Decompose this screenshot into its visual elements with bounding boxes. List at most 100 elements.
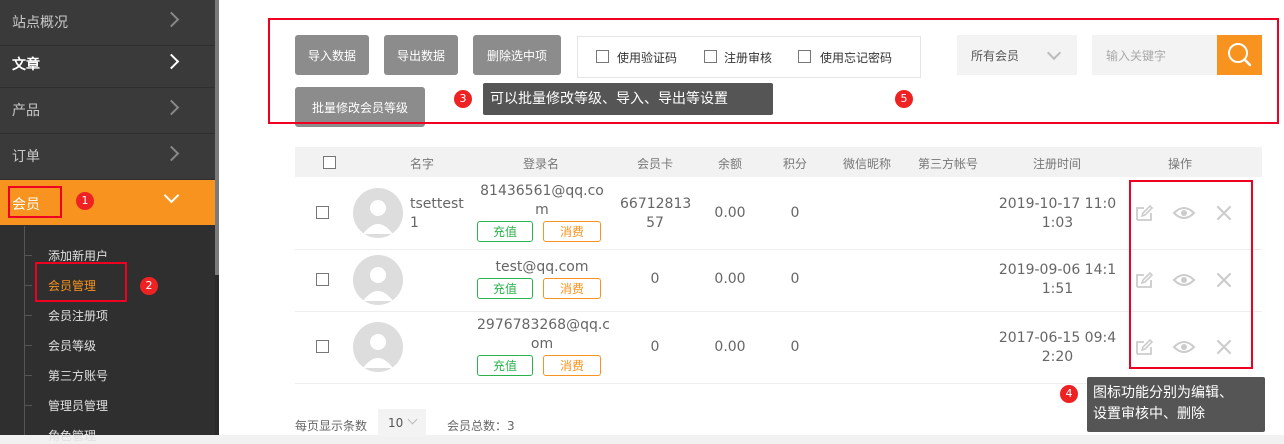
member-card: 66712813 57 [620,195,692,233]
table-row: test@qq.com 充值 消费 0 0.00 0 2019-09-06 14… [295,250,1262,312]
sidebar-item-overview[interactable]: 站点概况 [0,0,215,46]
col-header-reg-time: 注册时间 [1033,157,1082,171]
submenu-item-role-management[interactable]: 角色管理 [48,427,96,444]
col-header-balance: 余额 [718,157,743,171]
per-page-value: 10 [388,416,404,430]
submenu-tree-line [24,226,25,435]
date-line: 2019-10-17 11:0 [998,196,1117,212]
recharge-button[interactable]: 充值 [477,355,533,376]
avatar [353,255,403,305]
sidebar-item-articles[interactable]: 文章 [0,42,215,88]
annotation-box-member-management [35,262,127,302]
date-line: 1:03 [1041,215,1074,231]
date-line: 2019-09-06 14:1 [998,262,1117,278]
col-header-wechat: 微信昵称 [843,157,892,171]
col-header-card: 会员卡 [637,157,674,171]
chevron-down-icon [163,187,180,204]
submenu-item-registration-fields[interactable]: 会员注册项 [48,307,108,324]
chevron-down-icon [407,414,418,425]
sidebar-item-label: 站点概况 [12,15,68,31]
submenu-item-admin-management[interactable]: 管理员管理 [48,397,108,414]
points: 0 [790,339,800,355]
row-checkbox[interactable] [316,340,329,353]
balance: 0.00 [714,339,746,355]
name-line: 1 [410,215,419,231]
member-card: 0 [650,339,660,355]
chevron-right-icon [163,11,180,28]
chevron-right-icon [163,53,180,70]
avatar [353,322,403,372]
col-header-name: 名字 [410,157,435,171]
login-line: 2976783268@qq.c [477,317,610,333]
date-line: 2017-06-15 09:4 [998,330,1117,346]
member-card: 0 [650,271,660,287]
date-line: 2:20 [1041,349,1074,365]
user-icon [363,200,393,234]
login-line: 81436561@qq.co [480,183,604,199]
row-checkbox[interactable] [316,273,329,286]
table-row: 2976783268@qq.c om 充值 消费 0 0.00 0 2017-0… [295,312,1262,384]
tree-tick [24,405,32,406]
sidebar-item-products[interactable]: 产品 [0,88,215,134]
balance: 0.00 [714,205,746,221]
sidebar-item-orders[interactable]: 订单 [0,134,215,180]
name-line: tsettest [410,196,464,212]
col-header-points: 积分 [783,157,808,171]
consume-button[interactable]: 消费 [543,278,601,299]
submenu-item-member-levels[interactable]: 会员等级 [48,337,96,354]
annotation-box-members [8,186,62,218]
card-line: 57 [646,215,664,231]
sidebar-item-label: 订单 [12,149,40,165]
login-name: test@qq.com [495,259,589,275]
select-all-checkbox[interactable] [323,156,336,169]
user-icon [363,267,393,301]
login-name: 81436561@qq.co m [477,182,607,220]
annotation-tip-4: 图标功能分别为编辑、 设置审核中、删除 [1087,377,1265,432]
col-header-third-party: 第三方帐号 [918,157,979,171]
user-icon [363,334,393,368]
member-total: 会员总数：3 [447,419,515,433]
annotation-badge-5: 5 [895,90,913,108]
consume-button[interactable]: 消费 [543,221,601,242]
tree-tick [24,345,32,346]
consume-button[interactable]: 消费 [543,355,601,376]
table-header: 名字 登录名 会员卡 余额 积分 微信昵称 第三方帐号 注册时间 操作 [295,147,1262,177]
points: 0 [790,271,800,287]
recharge-button[interactable]: 充值 [477,278,533,299]
points: 0 [790,205,800,221]
annotation-badge-4: 4 [1060,385,1078,403]
annotation-badge-3: 3 [454,90,472,108]
annotation-badge-2: 2 [140,277,158,295]
card-line: 66712813 [620,196,692,212]
member-name: tsettest 1 [410,195,464,233]
col-header-actions: 操作 [1168,157,1193,171]
members-submenu: 添加新用户 会员管理 会员注册项 会员等级 第三方账号 管理员管理 角色管理 [0,226,215,443]
tree-tick [24,315,32,316]
submenu-item-third-party[interactable]: 第三方账号 [48,367,108,384]
tree-tick [24,375,32,376]
register-time: 2019-09-06 14:1 1:51 [995,261,1120,299]
annotation-badge-1: 1 [76,192,94,210]
date-line: 1:51 [1041,281,1074,297]
login-name: 2976783268@qq.c om [477,316,610,354]
table-row: tsettest 1 81436561@qq.co m 充值 消费 667128… [295,178,1262,250]
sidebar-item-label: 产品 [12,103,40,119]
register-time: 2019-10-17 11:0 1:03 [995,195,1120,233]
per-page-select[interactable]: 10 [378,409,426,437]
login-line: om [530,336,554,352]
annotation-tip-3: 可以批量修改等级、导入、导出等设置 [483,83,773,115]
col-header-login: 登录名 [523,157,560,171]
annotation-box-toolbar [268,18,1279,124]
chevron-right-icon [163,99,180,116]
register-time: 2017-06-15 09:4 2:20 [995,329,1120,367]
row-checkbox[interactable] [316,206,329,219]
tree-tick [24,285,32,286]
per-page-label: 每页显示条数 [295,419,368,433]
recharge-button[interactable]: 充值 [477,221,533,242]
tip-line: 设置审核中、删除 [1093,406,1205,422]
balance: 0.00 [714,271,746,287]
login-line: m [535,202,549,218]
tip-line: 图标功能分别为编辑、 [1093,385,1233,401]
tree-tick [24,255,32,256]
avatar [353,188,403,238]
